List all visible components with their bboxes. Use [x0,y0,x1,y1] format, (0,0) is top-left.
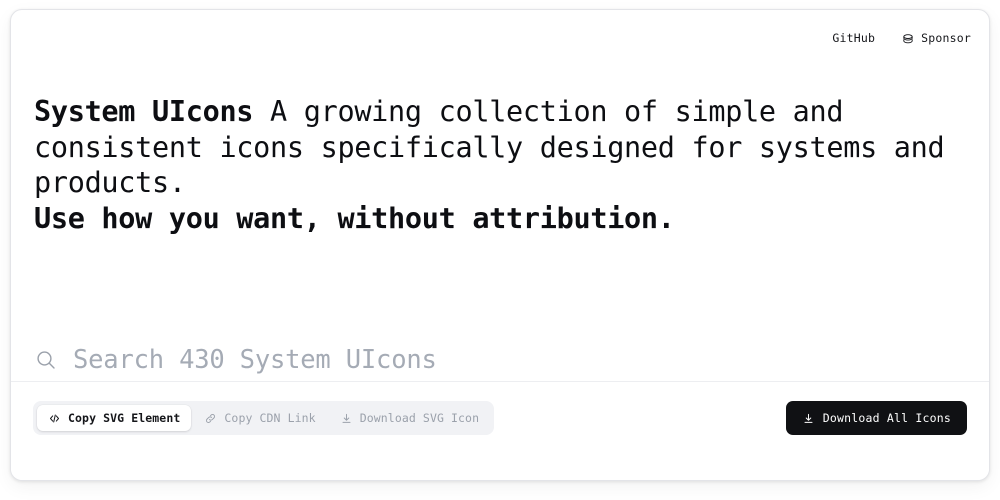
copy-cdn-link-button[interactable]: Copy CDN Link [193,405,326,431]
github-link[interactable]: GitHub [832,33,875,45]
copy-svg-element-label: Copy SVG Element [68,411,181,425]
hero-section: System UIcons A growing collection of si… [34,94,984,236]
copy-svg-element-button[interactable]: Copy SVG Element [37,405,192,431]
coins-stack-icon [901,32,915,46]
download-svg-icon-button[interactable]: Download SVG Icon [329,405,490,431]
download-icon [340,412,353,425]
search-row [34,337,833,383]
copy-mode-segmented-control: Copy SVG Element Copy CDN Link Download … [33,401,495,435]
header-links: GitHub Sponsor [832,32,971,46]
download-all-icons-label: Download All Icons [822,411,951,425]
search-icon [34,348,58,372]
icon-grid-area [11,454,989,480]
copy-cdn-link-label: Copy CDN Link [224,411,316,425]
sponsor-link[interactable]: Sponsor [901,32,971,46]
sponsor-link-label: Sponsor [921,31,971,46]
download-icon [802,412,815,425]
page-root: GitHub Sponsor System UIcons A growing c… [0,0,1000,500]
action-bar: Copy SVG Element Copy CDN Link Download … [11,382,989,454]
link-icon [204,412,217,425]
hero-paragraph: System UIcons A growing collection of si… [34,94,984,236]
hero-tagline: Use how you want, without attribution. [34,201,675,235]
download-svg-icon-label: Download SVG Icon [359,411,480,425]
code-icon [48,412,61,425]
github-link-label: GitHub [832,31,876,46]
app-card: GitHub Sponsor System UIcons A growing c… [10,9,990,481]
search-input[interactable] [73,345,833,375]
download-all-icons-button[interactable]: Download All Icons [785,401,967,435]
page-title: System UIcons [34,95,254,128]
